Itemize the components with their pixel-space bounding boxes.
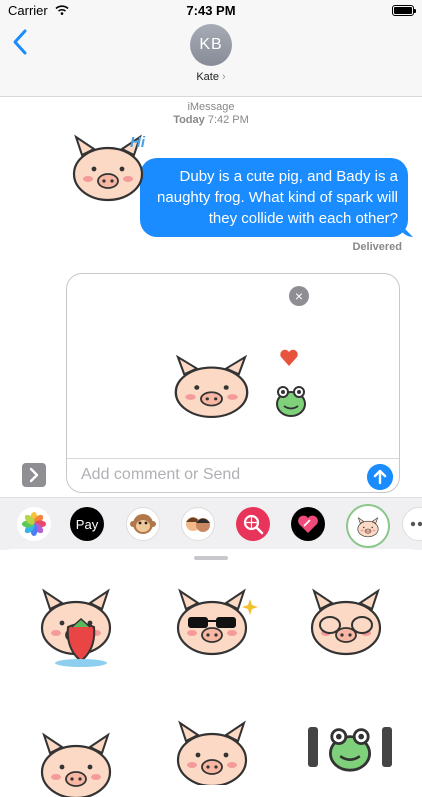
contact-name-button[interactable]: Kate › (0, 71, 422, 83)
photos-app-icon[interactable] (17, 507, 51, 541)
pig-hi-sticker[interactable]: Hi (58, 125, 158, 215)
pig-covering-eyes-sticker[interactable] (296, 569, 396, 669)
app-drawer-strip: Pay (0, 497, 422, 550)
avatar-initials: KB (199, 36, 223, 53)
back-chevron-icon[interactable] (10, 28, 32, 56)
contact-name: Kate (196, 71, 219, 83)
animoji-app-icon[interactable] (126, 507, 160, 541)
frog-sticker-partial[interactable] (300, 697, 400, 797)
more-apps-icon[interactable] (402, 507, 422, 541)
pig-sticker-app-icon[interactable] (346, 504, 390, 548)
pig-sunglasses-sticker[interactable] (162, 569, 262, 669)
pay-label: Pay (75, 516, 99, 532)
pig-strawberry-sticker[interactable] (26, 569, 126, 669)
pig-sticker-partial-2[interactable] (162, 685, 262, 785)
web-search-app-icon[interactable] (236, 507, 270, 541)
status-bar: Carrier 7:43 PM (0, 0, 422, 22)
drawer-grabber[interactable] (194, 556, 228, 560)
apple-pay-app-icon[interactable]: Pay (70, 507, 104, 541)
remove-attachment-button[interactable]: × (289, 286, 309, 306)
memoji-app-icon[interactable] (181, 507, 215, 541)
battery-icon (392, 5, 416, 16)
expand-apps-button[interactable] (22, 463, 46, 487)
delivered-status: Delivered (352, 241, 402, 253)
compose-divider (67, 458, 399, 459)
clock: 7:43 PM (186, 3, 236, 18)
message-input[interactable]: Add comment or Send (81, 466, 240, 484)
sticker-drawer (0, 549, 422, 797)
timestamp-day: Today (173, 114, 205, 126)
pig-sticker-partial-1[interactable] (26, 697, 126, 797)
message-text: Duby is a cute pig, and Bady is a naught… (157, 168, 398, 227)
sticker-caption: Hi (130, 134, 146, 151)
chevron-right-icon: › (221, 71, 226, 83)
compose-box: × Add comment or Send (66, 273, 400, 493)
timestamp-time: 7:42 PM (207, 114, 249, 126)
contact-avatar[interactable]: KB (190, 24, 232, 66)
service-label: iMessage (187, 101, 235, 113)
digital-touch-app-icon[interactable] (291, 507, 325, 541)
pig-frog-sticker-preview (174, 349, 306, 419)
send-button[interactable] (367, 464, 393, 490)
message-bubble[interactable]: Duby is a cute pig, and Bady is a naught… (140, 158, 408, 237)
